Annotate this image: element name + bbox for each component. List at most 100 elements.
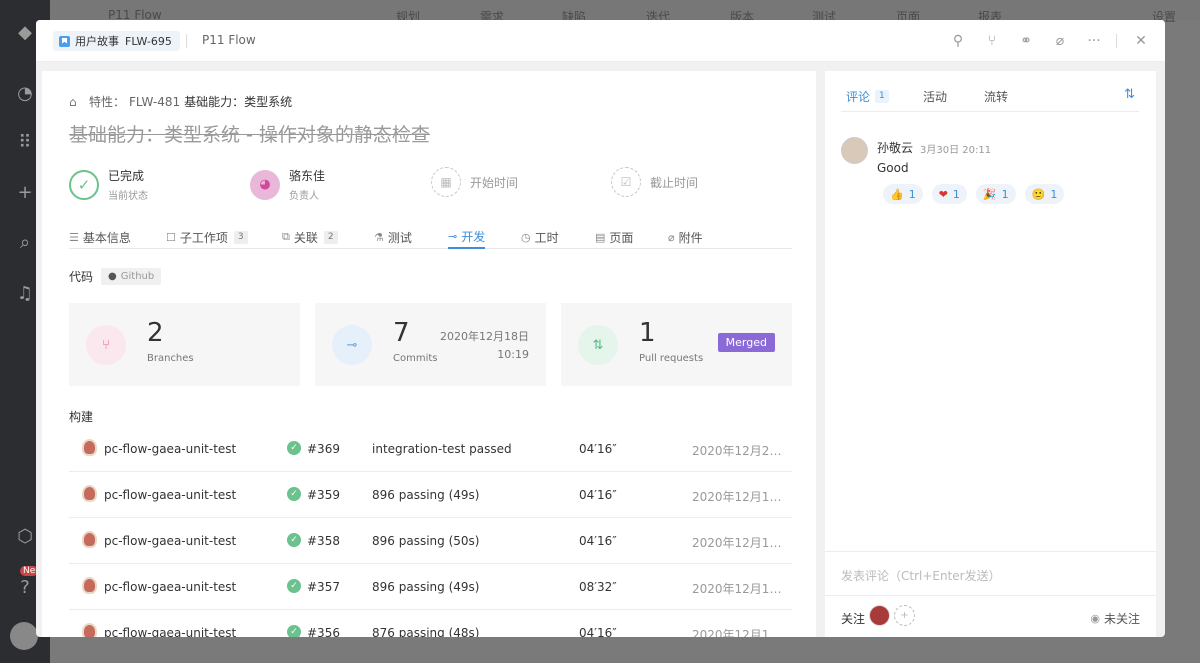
comment-avatar[interactable] [841, 137, 868, 164]
start-date-field[interactable]: ▦ 开始时间 [431, 167, 518, 197]
build-row[interactable]: pc-flow-gaea-unit-test ✓ #356 876 passin… [69, 610, 792, 637]
build-message: 896 passing (49s) [372, 580, 480, 594]
attachment-icon[interactable]: ⌀ [1050, 31, 1070, 51]
tab-links[interactable]: ⧉ 关联 2 [282, 225, 338, 249]
build-number: #358 [307, 534, 340, 548]
follower-avatar[interactable] [869, 605, 890, 626]
tab-worklog[interactable]: ◷ 工时 [521, 225, 559, 249]
comment-author[interactable]: 孙敬云 [877, 139, 913, 156]
search-icon[interactable]: ⌕ [14, 232, 36, 254]
status-field[interactable]: ✓ 已完成 当前状态 [69, 167, 148, 202]
close-icon[interactable]: ✕ [1131, 31, 1151, 51]
tab-basic-info[interactable]: ☰ 基本信息 [69, 225, 131, 249]
commit-date: 2020年12月18日 [440, 330, 529, 343]
work-item-modal: 用户故事 FLW-695 P11 Flow ⚲ ⑂ ⚭ ⌀ ··· ✕ ⌂ 特性… [36, 20, 1165, 637]
github-chip[interactable]: ● Github [101, 268, 162, 285]
work-item-tag[interactable]: 用户故事 FLW-695 [53, 31, 180, 51]
reaction-thumbs-up[interactable]: 👍 1 [883, 184, 923, 204]
reaction-party[interactable]: 🎉 1 [975, 184, 1016, 204]
last-commit-date: 2020年12月18日 10:19 [440, 328, 529, 364]
bell-icon[interactable]: ♫ [14, 283, 36, 305]
branches-card[interactable]: ⑂ 2 Branches [69, 303, 300, 386]
tab-subtasks[interactable]: ☐ 子工作项 3 [166, 225, 248, 249]
page-icon: ▤ [595, 230, 606, 244]
sort-icon[interactable]: ⇅ [1124, 87, 1135, 102]
link-icon[interactable]: ⚭ [1016, 31, 1036, 51]
build-number: #359 [307, 488, 340, 502]
eye-icon: ◉ [1090, 612, 1100, 625]
dashboard-icon[interactable]: ◔ [14, 83, 36, 105]
help-icon[interactable]: ? [14, 577, 36, 599]
build-row[interactable]: pc-flow-gaea-unit-test ✓ #357 896 passin… [69, 564, 792, 610]
breadcrumb-id[interactable]: FLW-481 [129, 95, 180, 109]
build-duration: 04′16″ [579, 442, 617, 456]
calendar-check-icon: ☑ [611, 167, 641, 197]
tab-development[interactable]: ⊸ 开发 [448, 225, 486, 249]
build-label: 构建 [69, 410, 94, 424]
reaction-count: 1 [1001, 187, 1009, 201]
assignee-label: 负责人 [289, 191, 319, 202]
build-row[interactable]: pc-flow-gaea-unit-test ✓ #358 896 passin… [69, 518, 792, 564]
reaction-smile[interactable]: 🙂 1 [1024, 184, 1065, 204]
build-row[interactable]: pc-flow-gaea-unit-test ✓ #359 896 passin… [69, 472, 792, 518]
build-name: pc-flow-gaea-unit-test [104, 580, 237, 594]
page-title[interactable]: 基础能力：类型系统 - 操作对象的静态检查 [69, 120, 430, 147]
pull-requests-card[interactable]: ⇅ 1 Pull requests Merged [561, 303, 792, 386]
status-value: 已完成 [108, 169, 145, 183]
link-icon: ⧉ [282, 230, 290, 243]
tab-attachments[interactable]: ⌀ 附件 [668, 225, 703, 249]
tab-label: 关联 [293, 230, 318, 245]
more-icon[interactable]: ··· [1084, 31, 1104, 51]
build-row[interactable]: pc-flow-gaea-unit-test ✓ #369 integratio… [69, 426, 792, 472]
due-date-field[interactable]: ☑ 截止时间 [611, 167, 698, 197]
user-avatar[interactable] [10, 622, 38, 650]
reaction-count: 1 [952, 187, 960, 201]
comment-input[interactable]: 发表评论（Ctrl+Enter发送） [825, 551, 1156, 595]
build-message: 896 passing (49s) [372, 488, 480, 502]
build-duration: 04′16″ [579, 626, 617, 637]
comment-text: Good [877, 161, 909, 175]
calendar-icon: ▦ [431, 167, 461, 197]
branch-icon: ⑂ [86, 325, 126, 365]
actions-divider [1116, 34, 1117, 48]
build-date: 2020年12月17… [692, 582, 782, 596]
github-label: Github [120, 271, 155, 282]
commits-card[interactable]: ⊸ 7 Commits 2020年12月18日 10:19 [315, 303, 546, 386]
modal-header: 用户故事 FLW-695 P11 Flow ⚲ ⑂ ⚭ ⌀ ··· ✕ [36, 20, 1165, 62]
github-icon: ● [108, 271, 117, 282]
apps-icon[interactable]: ⠿ [14, 132, 36, 154]
logo-icon: ◆ [18, 22, 32, 43]
tab-activity[interactable]: 活动 [923, 88, 947, 105]
tab-transitions[interactable]: 流转 [984, 88, 1008, 105]
success-icon: ✓ [287, 625, 301, 637]
pull-requests-count: 1 [639, 318, 656, 348]
branch-icon[interactable]: ⑂ [982, 31, 1002, 51]
list-icon: ☰ [69, 230, 79, 244]
project-name[interactable]: P11 Flow [202, 33, 256, 47]
jenkins-icon [82, 439, 97, 456]
add-icon[interactable]: + [14, 182, 36, 204]
breadcrumb-title[interactable]: 基础能力：类型系统 [184, 93, 292, 110]
tab-label: 子工作项 [179, 230, 228, 245]
build-name: pc-flow-gaea-unit-test [104, 626, 237, 637]
unfollow-button[interactable]: ◉ 未关注 [1090, 610, 1140, 627]
reaction-heart[interactable]: ❤ 1 [931, 184, 967, 204]
tab-pages[interactable]: ▤ 页面 [595, 225, 633, 249]
pin-icon[interactable]: ⚲ [948, 31, 968, 51]
code-section-header: 代码 ● Github [69, 268, 162, 285]
assignee-field[interactable]: ◕ 骆东佳 负责人 [250, 167, 325, 202]
build-number: #369 [307, 442, 340, 456]
tab-comments-label: 评论 [846, 90, 871, 104]
assignee-value: 骆东佳 [289, 169, 326, 183]
code-label: 代码 [69, 270, 94, 284]
thumbs-up-icon: 👍 [890, 187, 904, 201]
tab-tests[interactable]: ⚗ 测试 [374, 225, 412, 249]
tab-transitions-label: 流转 [984, 90, 1009, 104]
home-icon[interactable]: ⌂ [69, 96, 81, 108]
build-duration: 04′16″ [579, 534, 617, 548]
cube-icon[interactable]: ⬡ [14, 526, 36, 548]
assignee-avatar: ◕ [250, 169, 280, 200]
add-follower-icon[interactable]: + [894, 605, 915, 626]
tab-comments[interactable]: 评论 1 [846, 88, 889, 105]
meta-row: ✓ 已完成 当前状态 ◕ 骆东佳 负责人 ▦ 开始时间 ☑ 截止时间 [69, 167, 809, 202]
